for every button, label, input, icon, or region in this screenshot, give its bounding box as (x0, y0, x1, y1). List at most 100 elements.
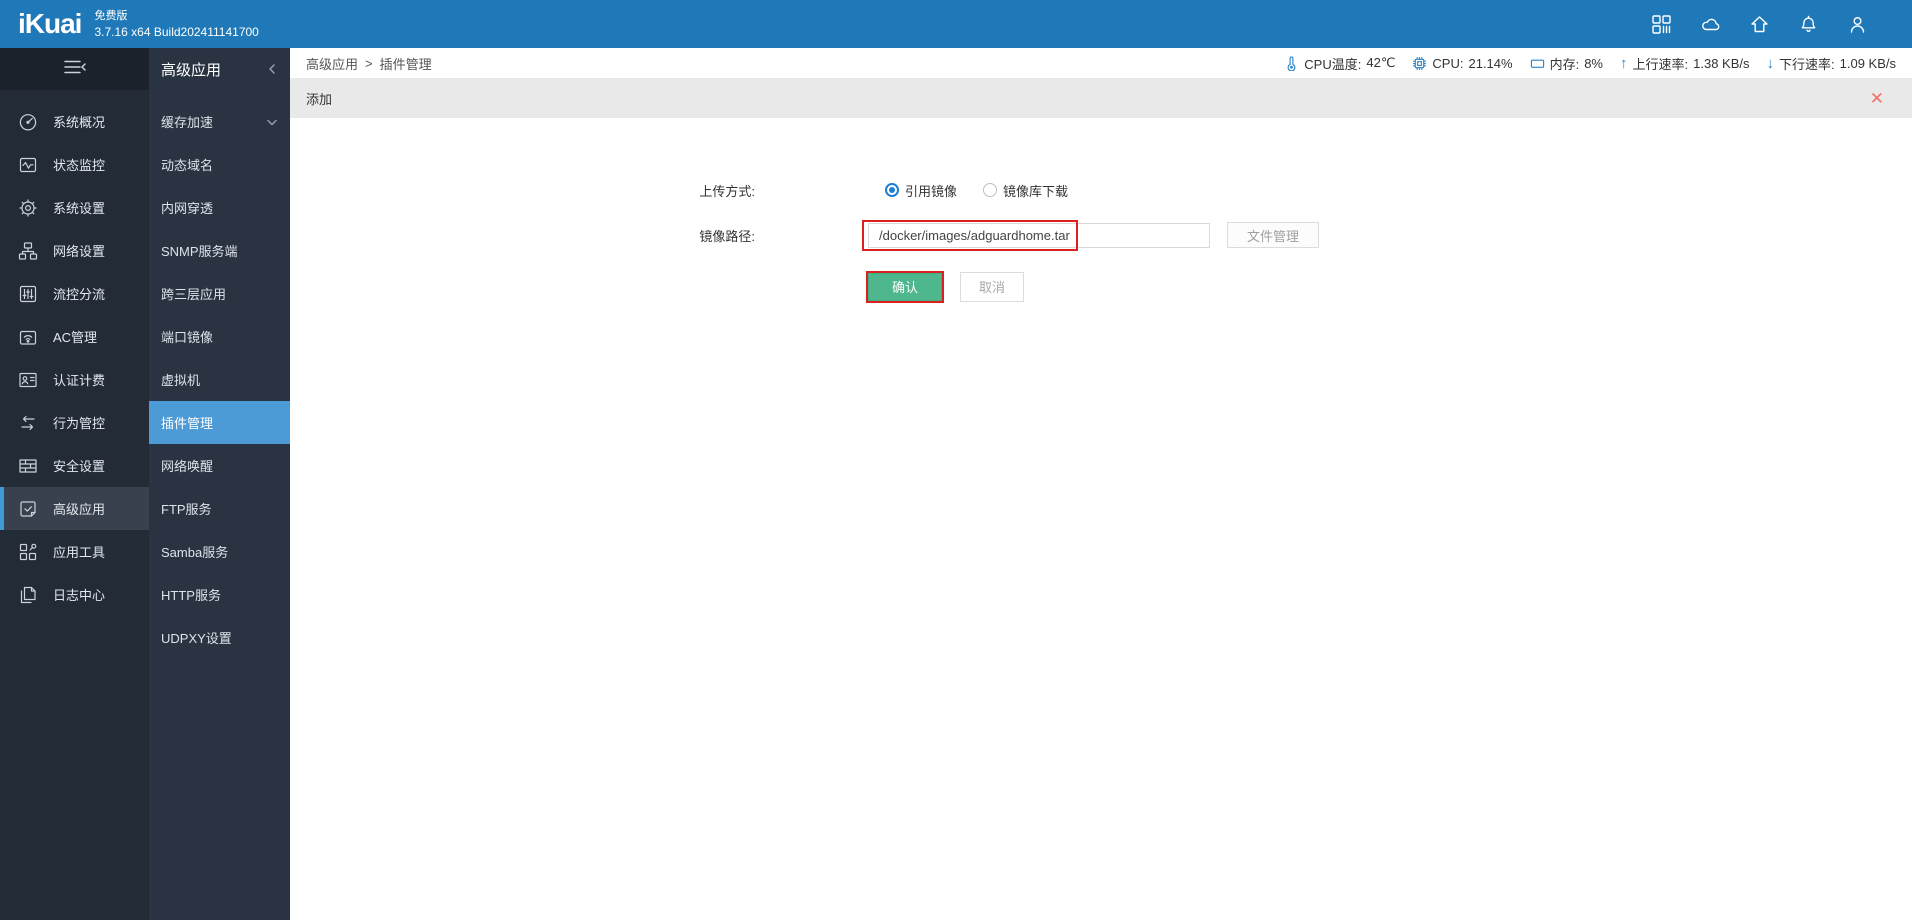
tools-grid-icon (17, 541, 39, 563)
sidebar-item-system-overview[interactable]: 系统概况 (0, 100, 149, 143)
swap-arrows-icon (17, 412, 39, 434)
submenu-item-cross-l3-app[interactable]: 跨三层应用 (149, 272, 290, 315)
close-icon[interactable]: ✕ (1870, 90, 1896, 107)
sidebar-item-ac-management[interactable]: AC管理 (0, 315, 149, 358)
sidebar-item-label: AC管理 (53, 330, 98, 345)
memory-icon (1530, 59, 1544, 68)
upload-value: 1.38 KB/s (1693, 55, 1750, 71)
cpu-stat: CPU: 21.14% (1412, 55, 1513, 71)
cpu-temp-stat: CPU温度: 42℃ (1284, 54, 1395, 73)
cpu-chip-icon (1413, 56, 1427, 70)
submenu-item-ddns[interactable]: 动态域名 (149, 143, 290, 186)
submenu-item-cache-acceleration[interactable]: 缓存加速 (149, 100, 290, 143)
download-label: 下行速率: (1779, 56, 1835, 72)
sidebar-item-behavior-control[interactable]: 行为管控 (0, 401, 149, 444)
pages-icon (17, 584, 39, 606)
submenu-item-label: Samba服务 (161, 545, 229, 560)
doc-check-icon (17, 498, 39, 520)
id-card-icon (17, 369, 39, 391)
status-bar: CPU温度: 42℃ CPU: 21.14% 内存: 8% ↑ 上行速率: 1.… (1284, 54, 1896, 73)
sidebar-item-label: 认证计费 (53, 373, 106, 388)
version-info: 免费版 3.7.16 x64 Build202411141700 (94, 4, 258, 40)
submenu-sidebar: 高级应用 缓存加速 动态域名 内网穿透 SNMP服务端 跨三层应用 端口镜像 虚… (149, 48, 290, 920)
panel-title: 添加 (306, 91, 333, 107)
submenu-item-udpxy-settings[interactable]: UDPXY设置 (149, 616, 290, 659)
sidebar-item-status-monitor[interactable]: 状态监控 (0, 143, 149, 186)
topbar: iKuai 免费版 3.7.16 x64 Build202411141700 (0, 0, 1912, 48)
submenu-item-port-mirror[interactable]: 端口镜像 (149, 315, 290, 358)
upload-label: 上行速率: (1632, 56, 1689, 72)
build-label: 3.7.16 x64 Build202411141700 (94, 24, 259, 39)
sidebar-item-log-center[interactable]: 日志中心 (0, 573, 149, 616)
sidebar-item-label: 安全设置 (53, 459, 106, 474)
cloud-icon[interactable] (1700, 14, 1721, 35)
submenu-item-label: HTTP服务 (161, 588, 221, 603)
radio-reference-image-label: 引用镜像 (905, 183, 958, 199)
sidebar-item-traffic-control[interactable]: 流控分流 (0, 272, 149, 315)
image-path-input[interactable] (868, 222, 1210, 248)
chevron-down-icon (266, 116, 278, 128)
submenu-item-label: UDPXY设置 (161, 631, 232, 646)
download-value: 1.09 KB/s (1839, 55, 1896, 71)
sitemap-icon (17, 240, 39, 262)
gear-icon (17, 197, 39, 219)
submenu-item-samba-service[interactable]: Samba服务 (149, 530, 290, 573)
breadcrumb-parent[interactable]: 高级应用 (306, 54, 358, 73)
form-buttons-row: 确认 取消 (290, 270, 1912, 303)
breadcrumb: 高级应用 > 插件管理 (306, 54, 432, 73)
wifi-device-icon (17, 326, 39, 348)
radio-unselected-icon[interactable] (983, 183, 998, 197)
upload-stat: ↑ 上行速率: 1.38 KB/s (1620, 54, 1750, 73)
submenu-title: 高级应用 (161, 61, 222, 79)
breadcrumb-current: 插件管理 (379, 56, 432, 72)
submenu-item-ftp-service[interactable]: FTP服务 (149, 487, 290, 530)
hamburger-icon (62, 57, 88, 82)
chevron-left-icon[interactable] (266, 62, 278, 76)
submenu-item-wake-on-lan[interactable]: 网络唤醒 (149, 444, 290, 487)
sidebar-item-network-settings[interactable]: 网络设置 (0, 229, 149, 272)
image-path-input-wrap (862, 219, 1210, 251)
submenu-item-snmp-server[interactable]: SNMP服务端 (149, 229, 290, 272)
sidebar-item-system-settings[interactable]: 系统设置 (0, 186, 149, 229)
radio-library-download[interactable]: 镜像库下载 (983, 181, 1068, 200)
radio-selected-icon[interactable] (885, 183, 899, 197)
panel-titlebar: 添加 ✕ (290, 78, 1912, 118)
sidebar-collapse-toggle[interactable] (0, 48, 149, 90)
file-manager-button[interactable]: 文件管理 (1227, 222, 1319, 248)
cpu-label: CPU: (1432, 55, 1464, 71)
sidebar-item-label: 应用工具 (53, 545, 106, 560)
cpu-value: 21.14% (1468, 55, 1513, 71)
submenu-item-label: 虚拟机 (161, 373, 201, 388)
up-arrow-icon: ↑ (1620, 54, 1628, 72)
radio-reference-image[interactable]: 引用镜像 (885, 181, 957, 200)
home-icon[interactable] (1749, 14, 1770, 35)
confirm-button[interactable]: 确认 (868, 272, 942, 301)
sidebar-item-label: 系统设置 (53, 201, 106, 216)
apps-grid-icon[interactable] (1651, 14, 1672, 35)
submenu-item-intranet-tunnel[interactable]: 内网穿透 (149, 186, 290, 229)
sidebar-item-advanced-apps[interactable]: 高级应用 (0, 487, 149, 530)
sidebar-item-app-tools[interactable]: 应用工具 (0, 530, 149, 573)
cancel-button[interactable]: 取消 (960, 271, 1024, 302)
submenu-item-http-service[interactable]: HTTP服务 (149, 573, 290, 616)
user-icon[interactable] (1847, 14, 1868, 35)
submenu-item-plugin-management[interactable]: 插件管理 (149, 401, 290, 444)
firewall-icon (17, 455, 39, 477)
sidebar-item-security-settings[interactable]: 安全设置 (0, 444, 149, 487)
submenu-item-virtual-machine[interactable]: 虚拟机 (149, 358, 290, 401)
upload-method-options: 引用镜像 镜像库下载 (885, 181, 1068, 200)
submenu-item-label: SNMP服务端 (161, 244, 238, 259)
ikuai-logo: iKuai (18, 8, 82, 39)
submenu-item-label: 内网穿透 (161, 201, 214, 216)
sidebar-item-label: 高级应用 (53, 502, 106, 517)
content-area: 高级应用 > 插件管理 CPU温度: 42℃ CPU: 21.14% 内存: 8… (290, 48, 1912, 920)
upload-method-row: 上传方式: 引用镜像 镜像库下载 (290, 178, 1912, 202)
sidebar-item-label: 网络设置 (53, 244, 106, 259)
bell-icon[interactable] (1798, 14, 1819, 35)
main-sidebar: 系统概况 状态监控 系统设置 网络设置 流控分流 AC管理 认证计费 行为管控 … (0, 48, 149, 920)
breadcrumb-bar: 高级应用 > 插件管理 CPU温度: 42℃ CPU: 21.14% 内存: 8… (290, 48, 1912, 78)
submenu-header: 高级应用 (149, 48, 290, 90)
gauge-icon (17, 111, 39, 133)
submenu-item-label: FTP服务 (161, 502, 212, 517)
sidebar-item-auth-billing[interactable]: 认证计费 (0, 358, 149, 401)
